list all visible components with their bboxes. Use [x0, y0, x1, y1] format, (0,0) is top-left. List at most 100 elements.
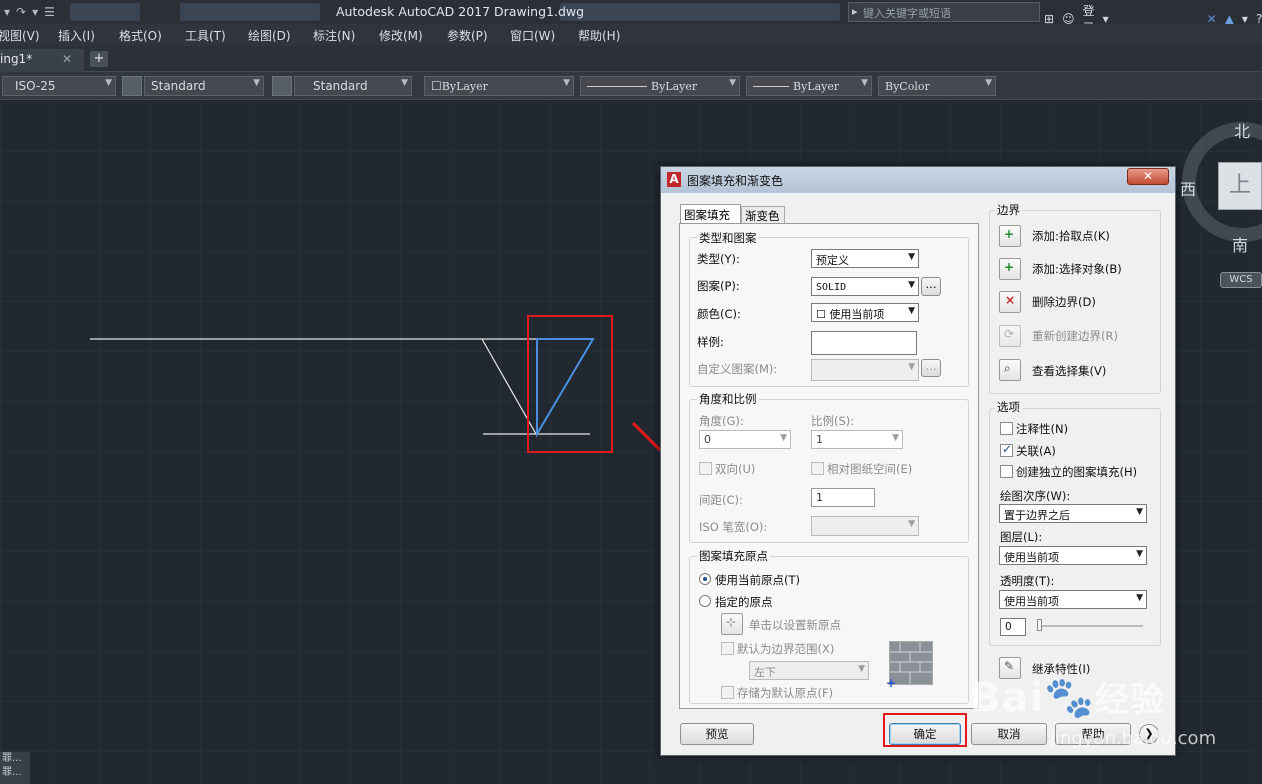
- chevron-down-icon: ▼: [858, 664, 865, 674]
- redo-icon[interactable]: ↷: [16, 5, 26, 19]
- add-pick-point-button[interactable]: +: [999, 225, 1021, 247]
- pattern-browse-button[interactable]: ...: [921, 277, 941, 296]
- default-extent-checkbox[interactable]: [721, 642, 734, 655]
- west-label[interactable]: 西: [1180, 176, 1196, 200]
- command-line-stub[interactable]: 罪... 罪...: [0, 752, 30, 784]
- south-label[interactable]: 南: [1232, 232, 1248, 256]
- double-label: 双向(U): [715, 462, 756, 476]
- pattern-select[interactable]: SOLID ▼: [811, 277, 919, 296]
- menu-modify[interactable]: 修改(M): [379, 27, 423, 44]
- style-toolbar: ISO-25 ▼ Standard ▼ Standard ▼ ☐ByLayer ▼ By…: [0, 72, 1262, 100]
- layer-select[interactable]: ☐ByLayer ▼: [424, 76, 574, 96]
- viewcube-top-face[interactable]: 上: [1218, 162, 1262, 210]
- color-select[interactable]: ☐ 使用当前项 ▼: [811, 303, 919, 322]
- plotstyle-select[interactable]: ByColor ▼: [878, 76, 996, 96]
- transparency-slider-thumb[interactable]: [1037, 619, 1042, 631]
- draw-order-select[interactable]: 置于边界之后 ▼: [999, 504, 1147, 523]
- line-sample: [753, 86, 789, 87]
- recreate-boundary-button[interactable]: ⟳: [999, 325, 1021, 347]
- menu-help[interactable]: 帮助(H): [578, 27, 620, 44]
- close-button[interactable]: ✕: [1127, 168, 1169, 185]
- tablestyle-select[interactable]: Standard ▼: [294, 76, 412, 96]
- chevron-down-icon: ▼: [729, 78, 736, 88]
- store-origin-checkbox[interactable]: [721, 686, 734, 699]
- preview-button[interactable]: 预览: [680, 723, 754, 745]
- specified-origin-label: 指定的原点: [715, 595, 773, 609]
- color-square-icon: ☐: [816, 308, 830, 321]
- iso-pen-select[interactable]: ▼: [811, 516, 919, 536]
- watermark-brand: Bai🐾经验: [970, 675, 1166, 721]
- menu-format[interactable]: 格式(O): [119, 27, 162, 44]
- chevron-down-icon: ▼: [908, 362, 915, 372]
- textstyle-icon[interactable]: [122, 76, 142, 96]
- lineweight-select[interactable]: ByLayer ▼: [746, 76, 872, 96]
- extent-position-select[interactable]: 左下 ▼: [749, 661, 869, 680]
- separate-hatch-checkbox[interactable]: [1000, 465, 1013, 478]
- menu-window[interactable]: 窗口(W): [510, 27, 555, 44]
- blurred-region: [180, 3, 320, 21]
- set-origin-button[interactable]: ⊹: [721, 613, 743, 635]
- cancel-button[interactable]: 取消: [971, 723, 1047, 745]
- spacing-input[interactable]: 1: [811, 488, 875, 507]
- customize-icon[interactable]: ☰: [44, 5, 55, 19]
- view-selection-button[interactable]: ⌕: [999, 359, 1021, 381]
- tab-hatch[interactable]: 图案填充: [680, 204, 741, 224]
- options-group: [989, 408, 1161, 646]
- relative-paperspace-checkbox[interactable]: [811, 462, 824, 475]
- menu-dimension[interactable]: 标注(N): [313, 27, 355, 44]
- tab-drawing1[interactable]: ing1* ✕: [0, 49, 84, 72]
- menu-parametric[interactable]: 参数(P): [447, 27, 488, 44]
- transparency-slider-track[interactable]: [1037, 625, 1143, 627]
- tab-gradient[interactable]: 渐变色: [741, 206, 785, 224]
- specified-origin-radio[interactable]: [699, 595, 711, 607]
- file-tab-strip: ing1* ✕ +: [0, 46, 1262, 72]
- autocad-logo-icon: A: [667, 172, 681, 187]
- set-origin-label: 单击以设置新原点: [749, 618, 841, 632]
- type-select[interactable]: 预定义 ▼: [811, 249, 919, 268]
- remove-boundary-button[interactable]: ×: [999, 291, 1021, 313]
- dimstyle-select[interactable]: ISO-25 ▼: [2, 76, 116, 96]
- double-checkbox[interactable]: [699, 462, 712, 475]
- search-input[interactable]: ▸ 键入关键字或短语: [848, 2, 1040, 22]
- north-label[interactable]: 北: [1234, 118, 1250, 142]
- recreate-icon: ⟳: [1004, 327, 1015, 341]
- options-heading: 选项: [995, 399, 1022, 415]
- textstyle-select[interactable]: Standard ▼: [144, 76, 264, 96]
- use-current-origin-radio[interactable]: [699, 573, 711, 585]
- custom-pattern-select[interactable]: ▼: [811, 359, 919, 381]
- menu-draw[interactable]: 绘图(D): [248, 27, 291, 44]
- check-icon: ✓: [1002, 442, 1013, 456]
- menu-view[interactable]: 视图(V): [0, 27, 40, 44]
- add-pick-label: 添加:拾取点(K): [1032, 229, 1110, 243]
- swatch-label: 样例:: [697, 335, 724, 349]
- menu-insert[interactable]: 插入(I): [58, 27, 95, 44]
- scale-select[interactable]: 1 ▼: [811, 430, 903, 449]
- angle-select[interactable]: 0 ▼: [699, 430, 791, 449]
- tablestyle-icon[interactable]: [272, 76, 292, 96]
- custom-browse-button[interactable]: ...: [921, 359, 941, 377]
- remove-boundary-label: 删除边界(D): [1032, 295, 1096, 309]
- transparency-select[interactable]: 使用当前项 ▼: [999, 590, 1147, 609]
- close-icon[interactable]: ✕: [62, 52, 72, 66]
- viewcube[interactable]: 北 西 南 上 WCS: [1180, 110, 1262, 290]
- new-tab-button[interactable]: +: [90, 51, 108, 67]
- menu-tools[interactable]: 工具(T): [185, 27, 226, 44]
- associative-checkbox[interactable]: ✓: [1000, 442, 1013, 457]
- chevron-down-icon[interactable]: ▾: [32, 5, 38, 19]
- chevron-down-icon: ▼: [908, 519, 915, 529]
- recreate-boundary-label: 重新创建边界(R): [1032, 329, 1118, 343]
- chevron-down-icon: ▼: [1136, 593, 1143, 603]
- angle-scale-heading: 角度和比例: [697, 391, 759, 407]
- paw-icon: 🐾: [1044, 675, 1096, 721]
- layer-select[interactable]: 使用当前项 ▼: [999, 546, 1147, 565]
- wcs-menu[interactable]: WCS: [1220, 272, 1262, 288]
- chevron-down-icon: ▼: [892, 433, 899, 443]
- chevron-down-icon[interactable]: ▾: [4, 5, 10, 19]
- swatch-preview[interactable]: [811, 331, 917, 355]
- chevron-down-icon: ▼: [1136, 549, 1143, 559]
- annotative-checkbox[interactable]: [1000, 422, 1013, 435]
- add-select-button[interactable]: +: [999, 258, 1021, 280]
- transparency-value-input[interactable]: 0: [1000, 618, 1026, 636]
- linetype-select[interactable]: ByLayer ▼: [580, 76, 740, 96]
- quick-access-toolbar[interactable]: ▾ ↷ ▾ ☰: [0, 0, 55, 24]
